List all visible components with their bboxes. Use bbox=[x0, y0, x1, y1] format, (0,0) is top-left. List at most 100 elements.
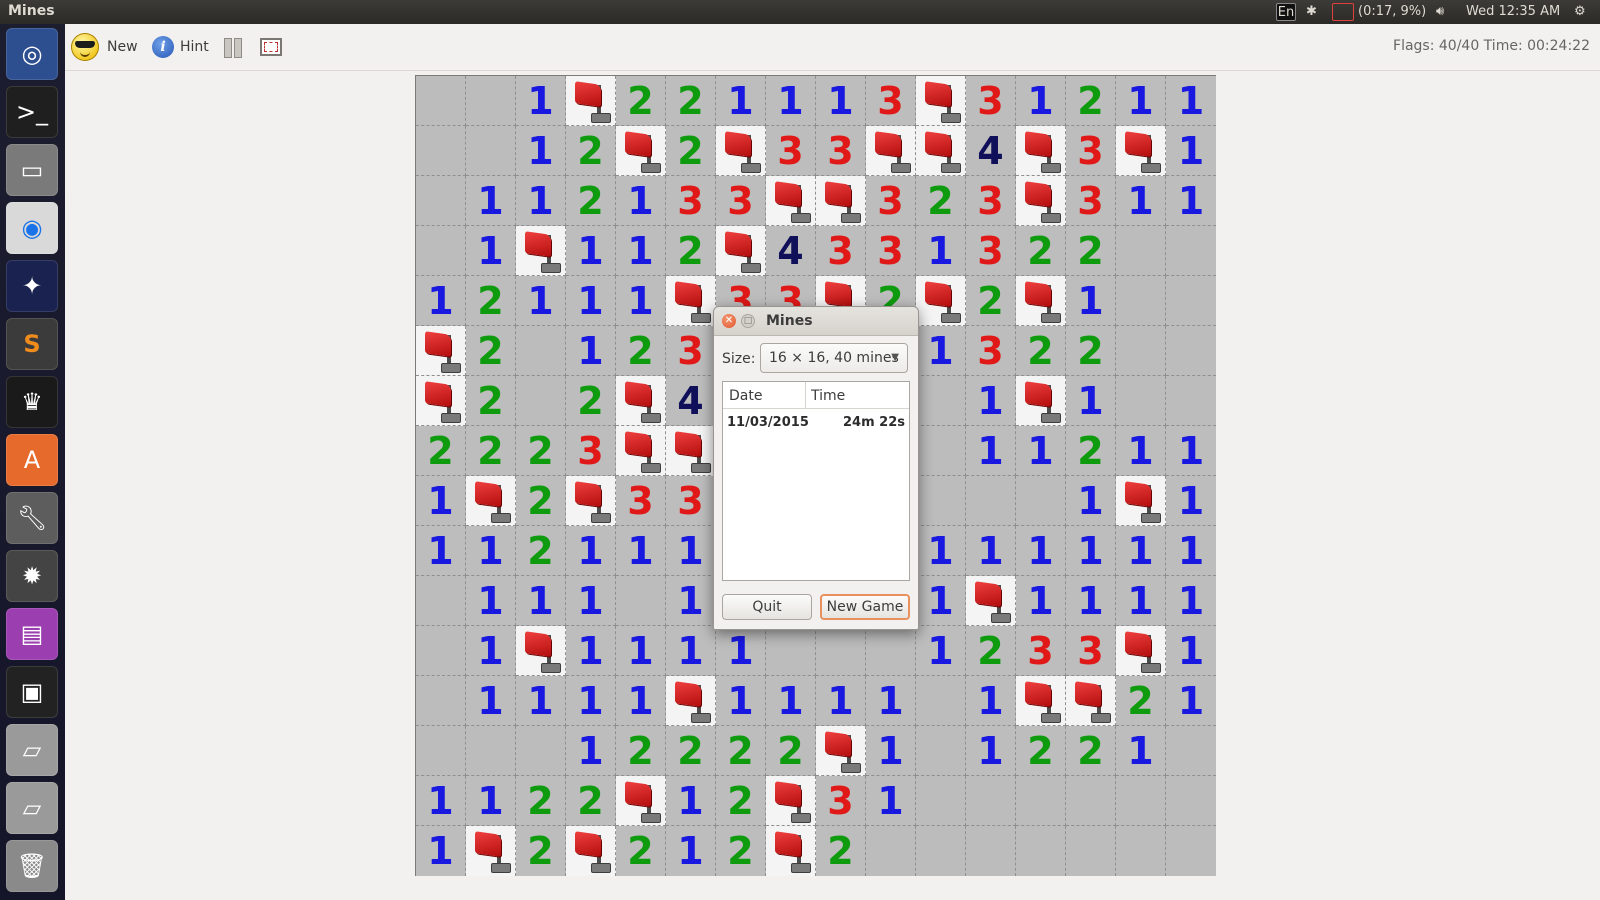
flagged-cell[interactable] bbox=[916, 276, 966, 326]
number-cell[interactable]: 3 bbox=[866, 176, 916, 226]
maximize-icon[interactable]: □ bbox=[741, 314, 755, 328]
empty-cell[interactable] bbox=[966, 476, 1016, 526]
flagged-cell[interactable] bbox=[816, 176, 866, 226]
empty-cell[interactable] bbox=[916, 776, 966, 826]
number-cell[interactable]: 1 bbox=[416, 476, 466, 526]
flagged-cell[interactable] bbox=[916, 76, 966, 126]
number-cell[interactable]: 3 bbox=[616, 476, 666, 526]
file-manager-icon[interactable]: ▭ bbox=[6, 144, 58, 196]
number-cell[interactable]: 1 bbox=[866, 726, 916, 776]
flagged-cell[interactable] bbox=[516, 226, 566, 276]
flagged-cell[interactable] bbox=[616, 376, 666, 426]
number-cell[interactable]: 1 bbox=[1166, 126, 1216, 176]
number-cell[interactable]: 1 bbox=[416, 776, 466, 826]
flagged-cell[interactable] bbox=[566, 826, 616, 876]
number-cell[interactable]: 2 bbox=[616, 326, 666, 376]
number-cell[interactable]: 2 bbox=[466, 426, 516, 476]
empty-cell[interactable] bbox=[866, 826, 916, 876]
flagged-cell[interactable] bbox=[1016, 126, 1066, 176]
flagged-cell[interactable] bbox=[1116, 126, 1166, 176]
empty-cell[interactable] bbox=[1016, 826, 1066, 876]
number-cell[interactable]: 2 bbox=[516, 426, 566, 476]
number-cell[interactable]: 4 bbox=[766, 226, 816, 276]
number-cell[interactable]: 2 bbox=[666, 726, 716, 776]
sublime-text-icon[interactable]: S bbox=[6, 318, 58, 370]
number-cell[interactable]: 2 bbox=[516, 526, 566, 576]
number-cell[interactable]: 1 bbox=[516, 76, 566, 126]
number-cell[interactable]: 3 bbox=[966, 176, 1016, 226]
workspace-switcher-icon[interactable]: ▣ bbox=[6, 666, 58, 718]
number-cell[interactable]: 1 bbox=[1116, 526, 1166, 576]
empty-cell[interactable] bbox=[916, 426, 966, 476]
number-cell[interactable]: 1 bbox=[616, 176, 666, 226]
empty-cell[interactable] bbox=[416, 126, 466, 176]
mines-icon[interactable]: ✹ bbox=[6, 550, 58, 602]
empty-cell[interactable] bbox=[866, 626, 916, 676]
number-cell[interactable]: 1 bbox=[1166, 576, 1216, 626]
flagged-cell[interactable] bbox=[566, 76, 616, 126]
number-cell[interactable]: 3 bbox=[816, 776, 866, 826]
number-cell[interactable]: 1 bbox=[516, 176, 566, 226]
number-cell[interactable]: 3 bbox=[666, 176, 716, 226]
number-cell[interactable]: 1 bbox=[466, 626, 516, 676]
flagged-cell[interactable] bbox=[616, 776, 666, 826]
empty-cell[interactable] bbox=[1116, 776, 1166, 826]
empty-cell[interactable] bbox=[416, 726, 466, 776]
number-cell[interactable]: 1 bbox=[966, 376, 1016, 426]
close-icon[interactable]: ✕ bbox=[722, 314, 736, 328]
number-cell[interactable]: 2 bbox=[916, 176, 966, 226]
empty-cell[interactable] bbox=[466, 76, 516, 126]
flagged-cell[interactable] bbox=[1016, 676, 1066, 726]
empty-cell[interactable] bbox=[1166, 276, 1216, 326]
score-time[interactable]: 24m 22s bbox=[843, 415, 905, 430]
quit-button[interactable]: Quit bbox=[722, 594, 812, 620]
empty-cell[interactable] bbox=[916, 826, 966, 876]
number-cell[interactable]: 1 bbox=[1066, 276, 1116, 326]
empty-cell[interactable] bbox=[416, 76, 466, 126]
number-cell[interactable]: 3 bbox=[1066, 126, 1116, 176]
number-cell[interactable]: 2 bbox=[816, 826, 866, 876]
number-cell[interactable]: 3 bbox=[866, 76, 916, 126]
number-cell[interactable]: 2 bbox=[1066, 226, 1116, 276]
number-cell[interactable]: 1 bbox=[716, 676, 766, 726]
drive-icon[interactable]: ▱ bbox=[6, 782, 58, 834]
flagged-cell[interactable] bbox=[466, 476, 516, 526]
flagged-cell[interactable] bbox=[666, 676, 716, 726]
number-cell[interactable]: 3 bbox=[966, 226, 1016, 276]
number-cell[interactable]: 1 bbox=[466, 776, 516, 826]
number-cell[interactable]: 3 bbox=[816, 126, 866, 176]
number-cell[interactable]: 1 bbox=[1166, 476, 1216, 526]
number-cell[interactable]: 2 bbox=[1016, 726, 1066, 776]
number-cell[interactable]: 2 bbox=[516, 476, 566, 526]
flagged-cell[interactable] bbox=[416, 326, 466, 376]
number-cell[interactable]: 1 bbox=[516, 576, 566, 626]
flagged-cell[interactable] bbox=[916, 126, 966, 176]
number-cell[interactable]: 2 bbox=[1016, 326, 1066, 376]
number-cell[interactable]: 1 bbox=[566, 326, 616, 376]
number-cell[interactable]: 3 bbox=[666, 476, 716, 526]
number-cell[interactable]: 2 bbox=[1116, 676, 1166, 726]
number-cell[interactable]: 2 bbox=[516, 776, 566, 826]
flagged-cell[interactable] bbox=[716, 126, 766, 176]
number-cell[interactable]: 2 bbox=[666, 226, 716, 276]
number-cell[interactable]: 1 bbox=[1066, 376, 1116, 426]
empty-cell[interactable] bbox=[1116, 826, 1166, 876]
workspace-icon[interactable]: ▤ bbox=[6, 608, 58, 660]
fullscreen-button[interactable] bbox=[260, 34, 282, 60]
number-cell[interactable]: 2 bbox=[966, 276, 1016, 326]
flagged-cell[interactable] bbox=[1116, 626, 1166, 676]
flagged-cell[interactable] bbox=[1016, 176, 1066, 226]
flagged-cell[interactable] bbox=[416, 376, 466, 426]
number-cell[interactable]: 1 bbox=[466, 226, 516, 276]
number-cell[interactable]: 1 bbox=[816, 76, 866, 126]
new-button[interactable]: New bbox=[71, 33, 138, 61]
number-cell[interactable]: 2 bbox=[716, 776, 766, 826]
number-cell[interactable]: 3 bbox=[766, 126, 816, 176]
number-cell[interactable]: 1 bbox=[766, 76, 816, 126]
dark-app-icon[interactable]: ✦ bbox=[6, 260, 58, 312]
flagged-cell[interactable] bbox=[766, 176, 816, 226]
number-cell[interactable]: 2 bbox=[1066, 726, 1116, 776]
software-center-icon[interactable]: A bbox=[6, 434, 58, 486]
flagged-cell[interactable] bbox=[566, 476, 616, 526]
number-cell[interactable]: 3 bbox=[1066, 626, 1116, 676]
